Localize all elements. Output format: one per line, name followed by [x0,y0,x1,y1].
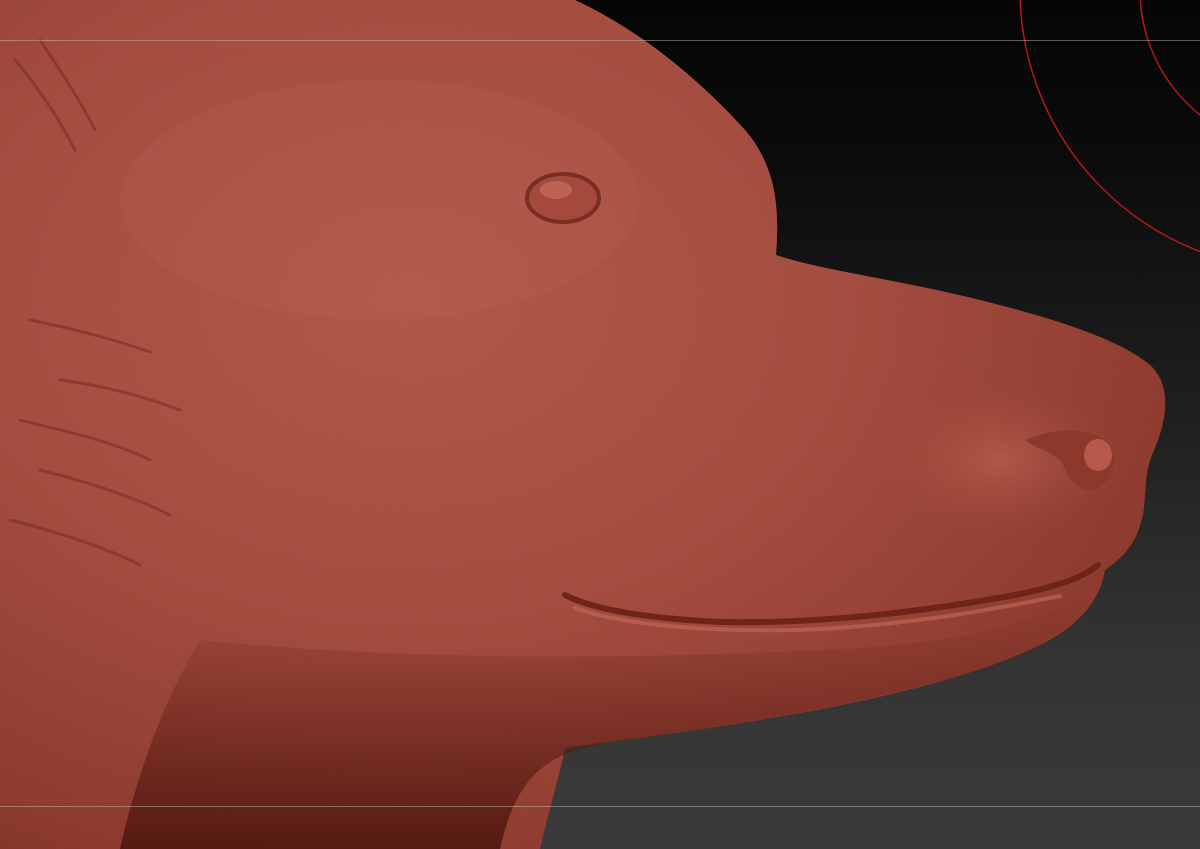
nostril-highlight [1084,439,1112,471]
viewport-canvas[interactable] [0,0,1200,849]
gizmo-inner-ring-icon[interactable] [1139,0,1200,150]
guide-line-top [0,40,1200,41]
guide-line-bottom [0,806,1200,807]
sculpt-viewport[interactable] [0,0,1200,849]
eye-highlight [540,181,572,199]
